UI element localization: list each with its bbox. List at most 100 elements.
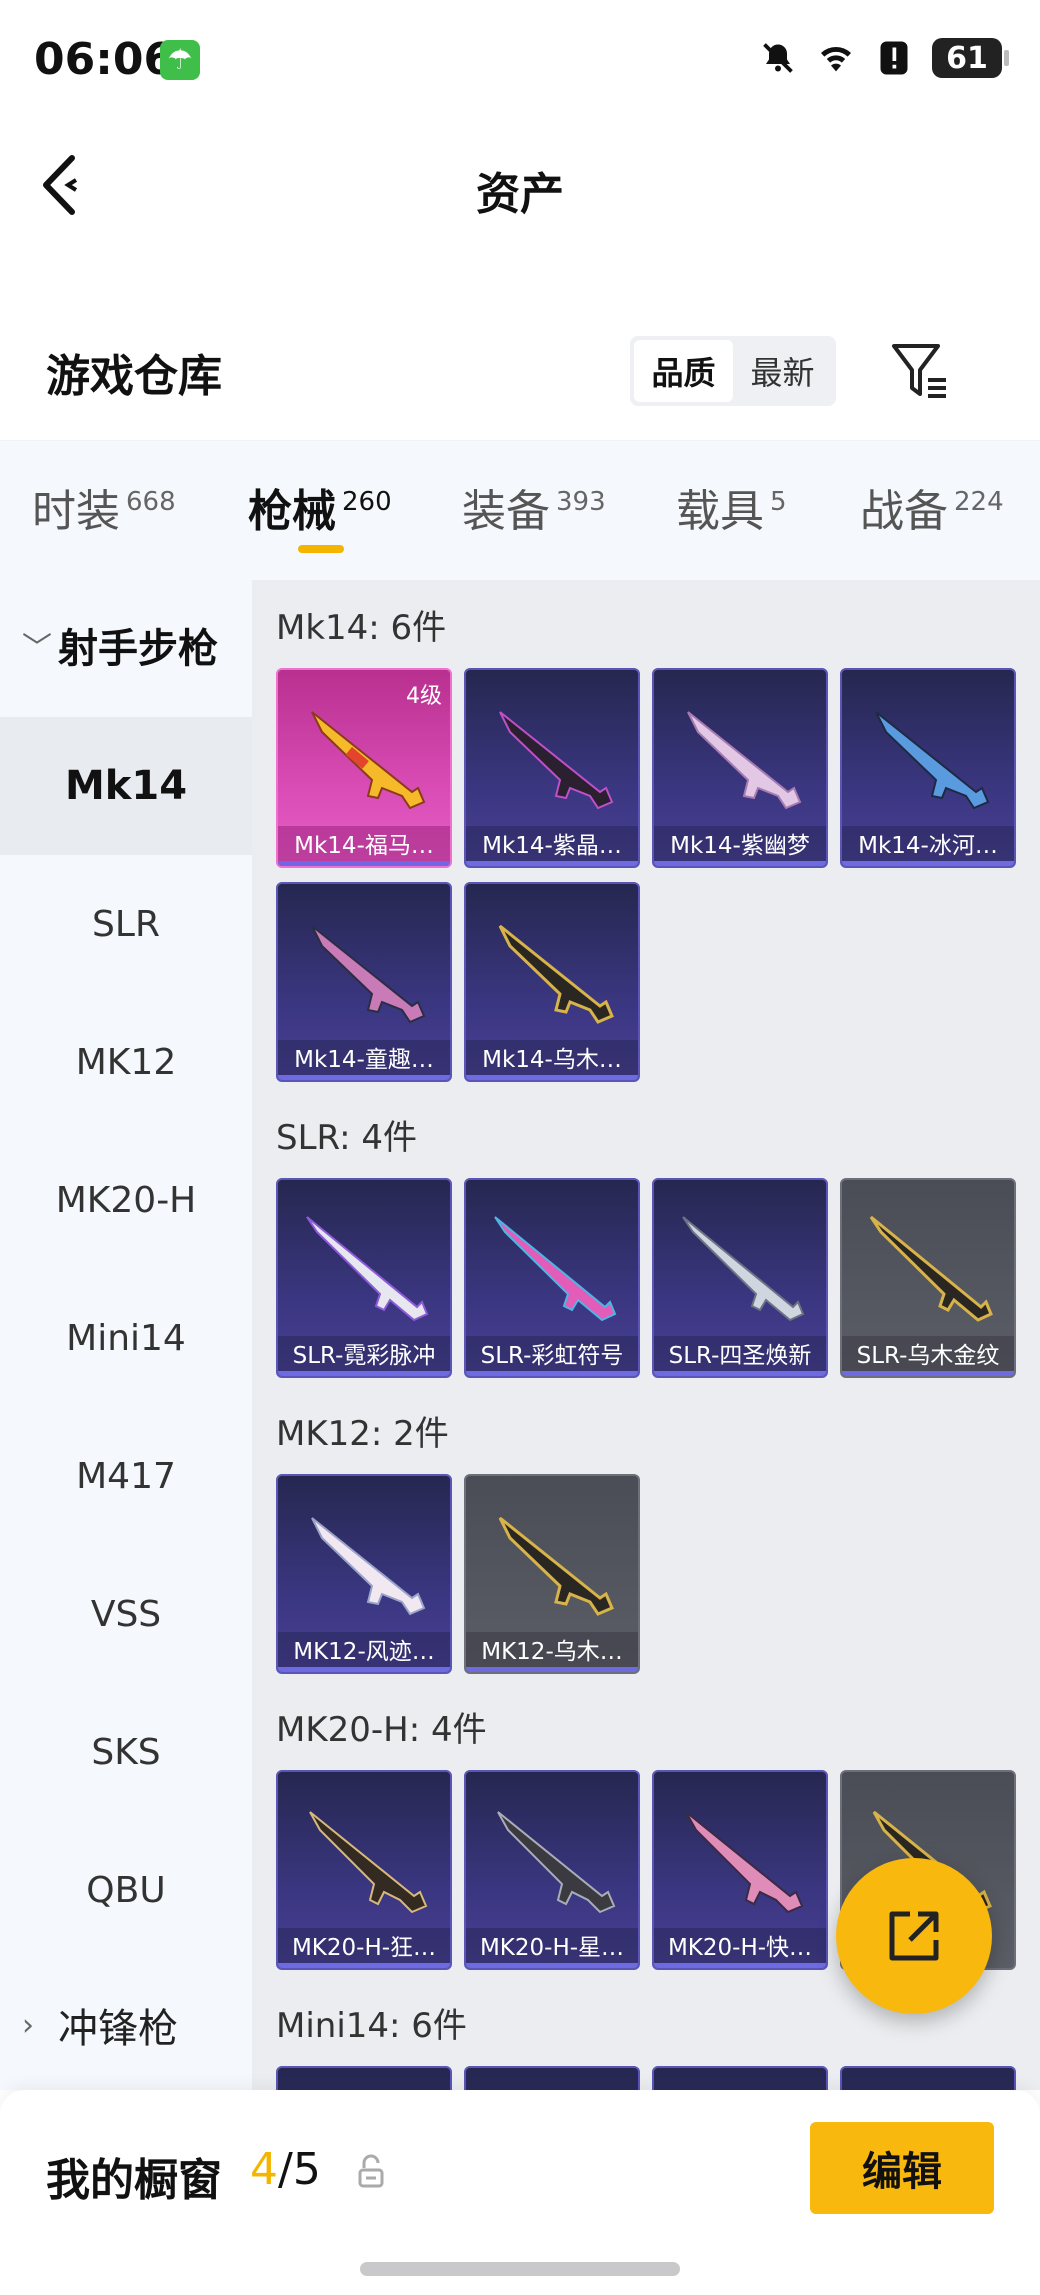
chevron-down-icon: ﹀: [22, 631, 52, 666]
rifle-icon: [687, 711, 802, 810]
weapon-card[interactable]: Mk14-紫晶…: [464, 668, 640, 868]
tab-fashion[interactable]: 时装 668: [32, 475, 176, 539]
rifle-icon: [494, 1216, 617, 1322]
group-label-slr: SLR: 4件: [276, 1118, 417, 1158]
weapon-card[interactable]: SLR-霓彩脉冲: [276, 1178, 452, 1378]
share-button[interactable]: [836, 1858, 992, 2014]
home-indicator[interactable]: [360, 2262, 680, 2276]
weapon-card[interactable]: [840, 2066, 1016, 2090]
rifle-icon: [306, 1216, 429, 1322]
weapon-name: MK12-风迹…: [278, 1632, 450, 1672]
weapon-card[interactable]: SLR-彩虹符号: [464, 1178, 640, 1378]
sidebar-item-vss[interactable]: VSS: [0, 1545, 252, 1683]
weapon-card[interactable]: SLR-四圣焕新: [652, 1178, 828, 1378]
edit-button[interactable]: 编辑: [810, 2122, 994, 2214]
showcase-label: 我的橱窗: [46, 2155, 222, 2206]
rifle-icon: [875, 711, 990, 810]
filter-button[interactable]: [888, 340, 952, 402]
rifle-icon: [311, 925, 426, 1024]
weapon-card[interactable]: Mk14-紫幽梦: [652, 668, 828, 868]
weapon-card[interactable]: MK20-H-星…: [464, 1770, 640, 1970]
sidebar-item-qbu[interactable]: QBU: [0, 1821, 252, 1959]
weapon-name: SLR-霓彩脉冲: [278, 1336, 450, 1376]
tab-label: 时装: [32, 486, 120, 537]
weapon-name: MK20-H-快…: [654, 1928, 826, 1968]
group-label-mk20h: MK20-H: 4件: [276, 1710, 487, 1750]
weapon-card[interactable]: MK20-H-狂…: [276, 1770, 452, 1970]
wifi-icon: [816, 38, 856, 78]
group-label-mk14: Mk14: 6件: [276, 608, 447, 648]
weapon-name: MK20-H-星…: [466, 1928, 638, 1968]
sidebar-item-mk14[interactable]: Mk14: [0, 717, 252, 855]
rifle-icon: [311, 711, 426, 810]
weapon-sidebar: ﹀ 射手步枪 Mk14 SLR MK12 MK20-H Mini14 M417 …: [0, 580, 252, 2090]
weapon-card[interactable]: SLR-乌木金纹: [840, 1178, 1016, 1378]
sidebar-item-sks[interactable]: SKS: [0, 1683, 252, 1821]
filter-icon: [892, 344, 946, 398]
sidebar-item-m417[interactable]: M417: [0, 1407, 252, 1545]
weapon-card[interactable]: [464, 2066, 640, 2090]
group-label-mk12: MK12: 2件: [276, 1414, 449, 1454]
weapon-name: Mk14-福马…: [278, 826, 450, 866]
sidebar-group-label: 冲锋枪: [58, 2006, 178, 2052]
tab-label: 装备: [462, 486, 550, 537]
rifle-icon: [685, 1811, 804, 1914]
showcase-count: 4/5: [250, 2144, 321, 2195]
weapon-card[interactable]: [652, 2066, 828, 2090]
weapon-card[interactable]: [276, 2066, 452, 2090]
sidebar-item-mk12[interactable]: MK12: [0, 993, 252, 1131]
sidebar-group-label: 射手步枪: [58, 626, 218, 672]
tab-count: 393: [556, 487, 606, 517]
tab-gear[interactable]: 战备 224: [860, 475, 1004, 539]
category-tabs: 时装 668 枪械 260 装备 393 载具 5 战备 224: [0, 440, 1040, 580]
sidebar-group-marksman[interactable]: ﹀ 射手步枪: [0, 580, 252, 710]
weapon-card[interactable]: MK20-H-快…: [652, 1770, 828, 1970]
sidebar-item-slr[interactable]: SLR: [0, 855, 252, 993]
chevron-right-icon: ›: [22, 2007, 34, 2043]
rifle-icon: [498, 924, 614, 1024]
weapon-name: Mk14-童趣…: [278, 1040, 450, 1080]
tab-count: 260: [342, 487, 392, 517]
alert-icon: [874, 38, 914, 78]
weapon-card[interactable]: Mk14-乌木…: [464, 882, 640, 1082]
tab-count: 5: [770, 487, 787, 517]
bell-muted-icon: [758, 38, 798, 78]
tab-count: 668: [126, 487, 176, 517]
share-icon: [889, 1911, 939, 1961]
sort-by-newest[interactable]: 最新: [733, 340, 832, 402]
weapon-card[interactable]: MK12-乌木…: [464, 1474, 640, 1674]
weapon-name: MK20-H-狂…: [278, 1928, 450, 1968]
section-title: 游戏仓库: [46, 351, 222, 402]
rifle-icon: [682, 1216, 805, 1322]
weapon-name: SLR-彩虹符号: [466, 1336, 638, 1376]
rifle-icon: [869, 1215, 993, 1322]
tab-count: 224: [954, 487, 1004, 517]
weapon-card[interactable]: Mk14-冰河…: [840, 668, 1016, 868]
sort-by-quality[interactable]: 品质: [634, 340, 733, 402]
weapon-name: MK12-乌木…: [466, 1632, 638, 1672]
tab-firearms[interactable]: 枪械 260: [248, 475, 392, 539]
group-label-mini14: Mini14: 6件: [276, 2006, 467, 2046]
sidebar-item-mk20h[interactable]: MK20-H: [0, 1131, 252, 1269]
rifle-icon: [499, 711, 614, 810]
weapon-name: Mk14-紫晶…: [466, 826, 638, 866]
weapon-card[interactable]: 4级 Mk14-福马…: [276, 668, 452, 868]
status-icons: 61: [758, 38, 1009, 78]
weapon-name: Mk14-紫幽梦: [654, 826, 826, 866]
rifle-icon: [497, 1811, 616, 1914]
weapon-card[interactable]: MK12-风迹…: [276, 1474, 452, 1674]
weapon-name: Mk14-冰河…: [842, 826, 1014, 866]
umbrella-app-icon: ☂: [160, 40, 200, 80]
showcase-total: /5: [278, 2144, 321, 2195]
rifle-icon: [311, 1517, 426, 1616]
sort-toggle: 品质 最新: [630, 336, 836, 406]
sidebar-group-smg[interactable]: › 冲锋枪: [0, 1960, 252, 2090]
sidebar-item-mini14[interactable]: Mini14: [0, 1269, 252, 1407]
tab-vehicles[interactable]: 载具 5: [676, 475, 787, 539]
status-time: 06:06: [34, 34, 175, 85]
weapon-name: Mk14-乌木…: [466, 1040, 638, 1080]
tab-equipment[interactable]: 装备 393: [462, 475, 606, 539]
weapon-card[interactable]: Mk14-童趣…: [276, 882, 452, 1082]
page-title: 资产: [476, 169, 564, 220]
rifle-icon: [498, 1516, 614, 1616]
